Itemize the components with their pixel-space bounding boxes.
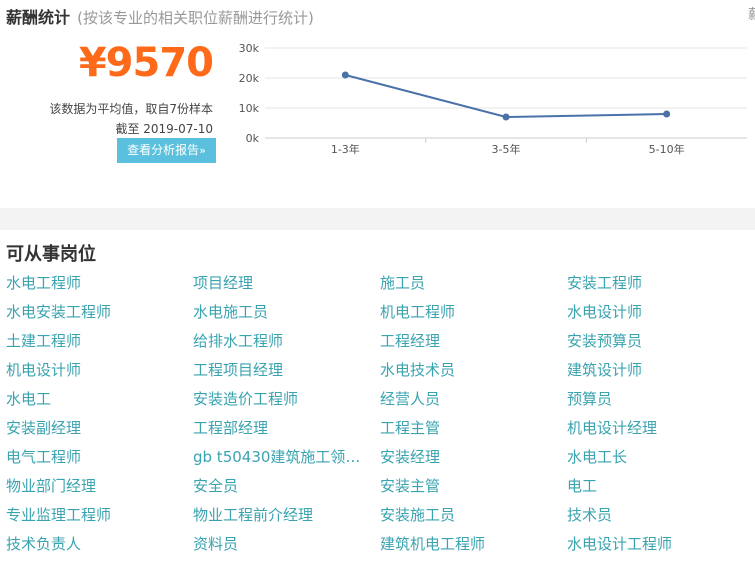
job-link[interactable]: 项目经理 — [193, 272, 253, 293]
job-link[interactable]: 水电施工员 — [193, 301, 268, 322]
job-link[interactable]: 水电技术员 — [380, 359, 455, 380]
view-report-label: 查看分析报告 — [127, 143, 200, 157]
job-link[interactable]: 施工员 — [380, 272, 425, 293]
job-link[interactable]: 安装经理 — [380, 446, 440, 467]
job-link[interactable]: 经营人员 — [380, 388, 440, 409]
job-link[interactable]: gb t50430建筑施工领域质量管理 — [193, 446, 375, 467]
job-link[interactable]: 物业工程前介经理 — [193, 504, 313, 525]
job-link[interactable]: 技术负责人 — [6, 533, 81, 554]
salary-section: 薪酬统计 (按该专业的相关职位薪酬进行统计) 薪 ¥9570 该数据为平均值，取… — [0, 0, 755, 208]
job-link[interactable]: 工程经理 — [380, 330, 440, 351]
section-divider — [0, 208, 755, 230]
job-link[interactable]: 技术员 — [567, 504, 612, 525]
clipped-edge-text: 薪 — [748, 4, 755, 24]
salary-section-title: 薪酬统计 (按该专业的相关职位薪酬进行统计) — [6, 4, 314, 28]
job-link[interactable]: 建筑机电工程师 — [380, 533, 485, 554]
job-link[interactable]: 安全员 — [193, 475, 238, 496]
job-link[interactable]: 安装副经理 — [6, 417, 81, 438]
salary-series-line — [345, 74, 667, 119]
x-tick-label: 1-3年 — [331, 142, 360, 156]
job-link[interactable]: 水电工程师 — [6, 272, 81, 293]
x-tick-label: 3-5年 — [492, 142, 521, 156]
job-link[interactable]: 水电工长 — [567, 446, 627, 467]
job-link[interactable]: 建筑设计师 — [567, 359, 642, 380]
y-tick-label: 0k — [246, 132, 260, 145]
job-link[interactable]: 水电设计工程师 — [567, 533, 672, 554]
job-link[interactable]: 水电安装工程师 — [6, 301, 111, 322]
job-link[interactable]: 机电设计师 — [6, 359, 81, 380]
job-link[interactable]: 机电工程师 — [380, 301, 455, 322]
job-link[interactable]: 安装施工员 — [380, 504, 455, 525]
job-link[interactable]: 专业监理工程师 — [6, 504, 111, 525]
job-link[interactable]: 安装预算员 — [567, 330, 642, 351]
job-link[interactable]: 工程项目经理 — [193, 359, 283, 380]
salary-data-point[interactable] — [341, 71, 349, 79]
job-link[interactable]: 电气工程师 — [6, 446, 81, 467]
job-link[interactable]: 安装主管 — [380, 475, 440, 496]
job-link[interactable]: 安装工程师 — [567, 272, 642, 293]
job-link[interactable]: 工程部经理 — [193, 417, 268, 438]
job-link[interactable]: 资料员 — [193, 533, 238, 554]
x-tick-label: 5-10年 — [649, 142, 685, 156]
salary-line-chart: 30k 20k 10k 0k 1-3年 3-5年 5-10年 — [239, 42, 747, 156]
job-link[interactable]: 给排水工程师 — [193, 330, 283, 351]
salary-data-point[interactable] — [502, 113, 510, 121]
job-link[interactable]: 安装造价工程师 — [193, 388, 298, 409]
salary-subtitle: (按该专业的相关职位薪酬进行统计) — [77, 9, 314, 27]
double-chevron-right-icon: » — [199, 144, 206, 157]
y-tick-label: 10k — [239, 102, 260, 115]
job-link[interactable]: 水电工 — [6, 388, 51, 409]
view-report-button[interactable]: 查看分析报告» — [117, 138, 216, 163]
job-link[interactable]: 物业部门经理 — [6, 475, 96, 496]
salary-data-point[interactable] — [663, 110, 671, 118]
average-salary-value: ¥9570 — [78, 40, 214, 86]
salary-sample-note: 该数据为平均值，取自7份样本 — [49, 102, 213, 116]
job-link[interactable]: 预算员 — [567, 388, 612, 409]
y-tick-label: 30k — [239, 42, 260, 55]
job-link[interactable]: 机电设计经理 — [567, 417, 657, 438]
job-link[interactable]: 水电设计师 — [567, 301, 642, 322]
jobs-section-title: 可从事岗位 — [6, 244, 96, 265]
job-link[interactable]: 工程主管 — [380, 417, 440, 438]
job-link[interactable]: 土建工程师 — [6, 330, 81, 351]
y-tick-label: 20k — [239, 72, 260, 85]
salary-date: 截至 2019-07-10 — [115, 122, 213, 136]
job-link[interactable]: 电工 — [567, 475, 597, 496]
salary-title: 薪酬统计 — [6, 8, 71, 27]
